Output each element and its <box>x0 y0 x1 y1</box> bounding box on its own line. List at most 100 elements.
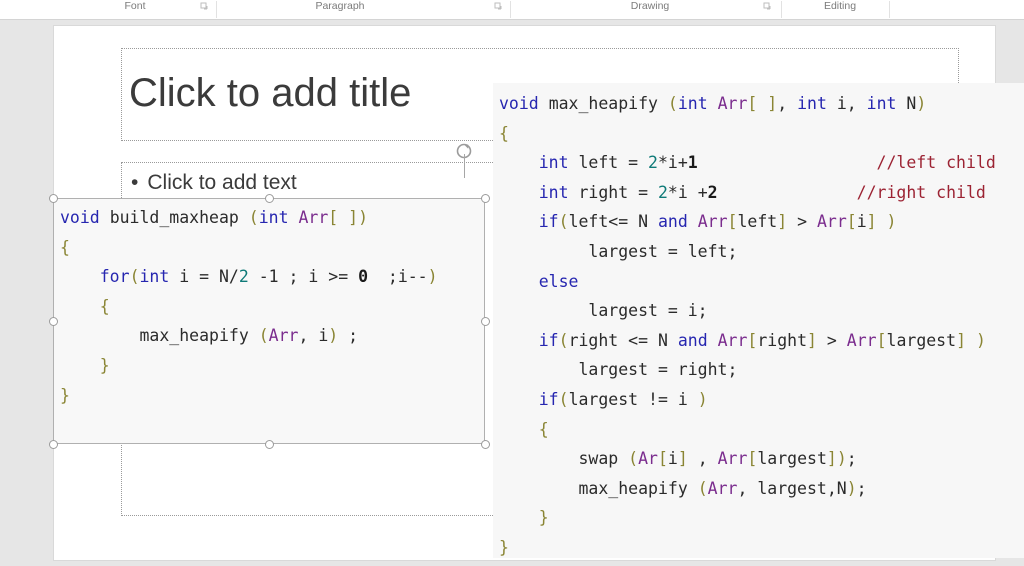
code-token: Arr <box>717 449 748 469</box>
code-token: [ <box>657 449 668 469</box>
code-token: ( <box>248 208 259 227</box>
resize-handle[interactable] <box>49 194 58 203</box>
code-line: } <box>499 533 1024 563</box>
ribbon-group-label: Editing <box>823 0 857 12</box>
resize-handle[interactable] <box>481 317 490 326</box>
code-line: if(largest != i ) <box>499 385 1024 415</box>
resize-handle[interactable] <box>481 194 490 203</box>
code-token: ( <box>558 330 569 350</box>
code-token: max_heapify <box>578 478 688 498</box>
code-line: swap (Ar[i] , Arr[largest]); <box>499 444 1024 474</box>
code-token: } <box>60 385 70 405</box>
code-token: int <box>538 182 569 202</box>
code-token: ( <box>558 212 569 232</box>
code-token: ;i-- <box>368 267 428 287</box>
code-line: max_heapify (Arr, i) ; <box>60 321 484 351</box>
code-token: if <box>538 330 559 350</box>
code-token: for <box>99 267 130 287</box>
title-placeholder-text: Click to add title <box>129 71 412 115</box>
code-token: , <box>777 94 798 113</box>
code-token: swap <box>578 449 619 469</box>
code-token: i = N/ <box>169 267 239 287</box>
code-token: } <box>538 508 549 528</box>
code-token: ) <box>427 267 438 287</box>
resize-handle[interactable] <box>265 440 274 449</box>
resize-handle[interactable] <box>265 194 274 203</box>
ribbon-divider <box>510 1 511 18</box>
code-token: left<= N <box>568 212 658 232</box>
code-token: //right child <box>856 182 986 202</box>
code-token: 0 <box>358 267 369 287</box>
code-token: , largest,N <box>737 478 847 498</box>
resize-handle[interactable] <box>481 440 490 449</box>
code-line: void build_maxheap (int Arr[ ]) <box>60 203 484 233</box>
code-token: ] <box>677 449 688 469</box>
code-token: right = <box>568 182 658 202</box>
ribbon-group-label: Font <box>124 0 146 12</box>
resize-handle[interactable] <box>49 440 58 449</box>
resize-handle[interactable] <box>49 317 58 326</box>
code-line: largest = right; <box>499 355 1024 385</box>
code-token: ] <box>866 212 877 232</box>
ribbon-group-font[interactable]: Font <box>60 0 210 19</box>
code-token: largest <box>757 449 827 469</box>
code-token: ( <box>628 449 639 469</box>
code-token: ( <box>667 94 678 113</box>
code-token: } <box>499 537 509 557</box>
code-token: [ <box>846 212 857 232</box>
code-token: left = <box>568 153 649 173</box>
code-token: [ ] <box>328 208 359 227</box>
code-token: int <box>866 94 897 113</box>
code-token: if <box>538 212 559 232</box>
ribbon-group-editing[interactable]: Editing <box>795 0 885 19</box>
code-token: ( <box>129 267 140 287</box>
code-token: [ ] <box>747 94 778 113</box>
code-token: and <box>657 212 688 232</box>
ribbon-group-paragraph[interactable]: Paragraph <box>240 0 440 19</box>
code-token: int <box>797 94 827 113</box>
code-token: right <= N <box>568 330 678 350</box>
code-token: ) <box>328 326 339 346</box>
code-token: { <box>538 419 549 439</box>
code-image-build-maxheap[interactable]: void build_maxheap (int Arr[ ]){ for(int… <box>53 198 485 444</box>
code-token: 2 <box>648 153 658 173</box>
code-token: Arr <box>717 330 748 350</box>
code-line: if(right <= N and Arr[right] > Arr[large… <box>499 326 1024 356</box>
rotate-handle[interactable] <box>455 142 475 178</box>
code-token: ( <box>697 478 708 498</box>
dialog-launcher-icon-paragraph[interactable] <box>494 2 503 11</box>
code-token: int <box>677 94 708 113</box>
code-token: Arr <box>846 330 877 350</box>
code-token: ; <box>846 449 857 469</box>
ribbon-group-drawing[interactable]: Drawing <box>530 0 770 19</box>
code-line: void max_heapify (int Arr[ ], int i, int… <box>499 89 1024 119</box>
code-token: [ <box>747 330 758 350</box>
code-token: Arr <box>697 212 728 232</box>
code-line: else <box>499 267 1024 297</box>
code-token: ; <box>856 478 867 498</box>
code-token: build_maxheap <box>109 208 239 227</box>
slide-editing-area[interactable]: Click to add title • Click to add text vo… <box>0 20 1024 566</box>
ribbon-divider <box>216 1 217 18</box>
code-image-max-heapify[interactable]: void max_heapify (int Arr[ ], int i, int… <box>493 83 1024 558</box>
dialog-launcher-icon-font[interactable] <box>200 2 209 11</box>
code-line: { <box>60 292 484 322</box>
code-token: > <box>816 330 847 350</box>
code-token: ) <box>916 94 927 113</box>
code-token: i <box>856 212 867 232</box>
ribbon-group-label: Drawing <box>630 0 670 12</box>
dialog-launcher-icon-drawing[interactable] <box>763 2 772 11</box>
code-token: [ <box>876 330 887 350</box>
